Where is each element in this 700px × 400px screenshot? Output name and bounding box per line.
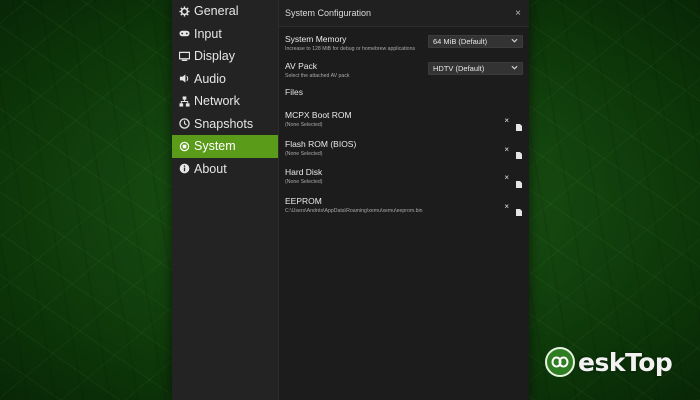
system-memory-setting: System Memory Increase to 128 MiB for de…	[285, 34, 523, 58]
file-row-mcpx: MCPX Boot ROM (None Selected) ×	[285, 110, 523, 139]
chevron-down-icon	[511, 65, 518, 72]
sidebar-item-about[interactable]: About	[172, 158, 278, 181]
sidebar-item-snapshots[interactable]: Snapshots	[172, 113, 278, 136]
select-value: HDTV (Default)	[433, 64, 485, 73]
gear-icon	[178, 5, 190, 17]
settings-window: General Input Display Audio Network Snap…	[172, 0, 529, 400]
sidebar-item-audio[interactable]: Audio	[172, 68, 278, 91]
file-path: C:\Users\Andrés\AppData\Roaming\xemu\xem…	[285, 207, 423, 214]
sidebar-item-input[interactable]: Input	[172, 23, 278, 46]
setting-label: System Memory	[285, 34, 347, 44]
chip-icon	[178, 140, 190, 152]
main-panel: System Configuration × System Memory Inc…	[279, 0, 529, 400]
clock-icon	[178, 118, 190, 130]
clear-icon[interactable]: ×	[504, 202, 509, 211]
file-label: EEPROM	[285, 195, 322, 206]
file-icon[interactable]	[516, 146, 522, 159]
system-memory-select[interactable]: 64 MiB (Default)	[428, 35, 523, 48]
file-path: (None Selected)	[285, 179, 323, 185]
sidebar-item-label: Display	[194, 49, 235, 64]
sidebar-item-display[interactable]: Display	[172, 45, 278, 68]
sidebar-item-label: System	[194, 139, 236, 154]
info-icon	[178, 163, 190, 175]
file-row-flash-rom: Flash ROM (BIOS) (None Selected) ×	[285, 139, 523, 168]
gamepad-icon	[178, 28, 190, 40]
sidebar-item-system[interactable]: System	[172, 135, 278, 158]
clear-icon[interactable]: ×	[504, 145, 509, 154]
sidebar: General Input Display Audio Network Snap…	[172, 0, 279, 400]
close-icon[interactable]: ×	[515, 8, 521, 19]
clear-icon[interactable]: ×	[504, 117, 509, 125]
sidebar-item-label: Input	[194, 26, 222, 41]
watermark-logo-icon	[545, 347, 575, 377]
sidebar-item-general[interactable]: General	[172, 0, 278, 23]
file-path: (None Selected)	[285, 122, 323, 128]
sidebar-item-label: Network	[194, 94, 240, 109]
av-pack-select[interactable]: HDTV (Default)	[428, 62, 523, 75]
panel-title: System Configuration	[285, 8, 372, 18]
file-icon[interactable]	[516, 175, 522, 188]
setting-description: Select the attached AV pack	[285, 73, 350, 79]
files-section-title: Files	[285, 87, 303, 97]
sidebar-item-label: About	[194, 161, 227, 176]
sidebar-item-label: General	[194, 4, 239, 19]
file-path: (None Selected)	[285, 150, 323, 157]
watermark-text: eskTop	[578, 347, 673, 377]
sidebar-item-network[interactable]: Network	[172, 90, 278, 113]
panel-content: System Memory Increase to 128 MiB for de…	[279, 27, 529, 224]
network-icon	[178, 95, 190, 107]
file-icon[interactable]	[516, 118, 522, 131]
setting-description: Increase to 128 MiB for debug or homebre…	[285, 46, 416, 52]
panel-titlebar: System Configuration ×	[279, 0, 529, 27]
select-value: 64 MiB (Default)	[433, 37, 488, 46]
file-label: Hard Disk	[285, 167, 323, 177]
desktop-watermark: eskTop	[545, 342, 695, 382]
file-label: MCPX Boot ROM	[285, 110, 352, 120]
av-pack-setting: AV Pack Select the attached AV pack HDTV…	[285, 61, 523, 85]
chevron-down-icon	[511, 38, 518, 45]
monitor-icon	[178, 50, 190, 62]
file-icon[interactable]	[516, 203, 522, 216]
clear-icon[interactable]: ×	[504, 174, 509, 182]
speaker-icon	[178, 73, 190, 85]
sidebar-item-label: Audio	[194, 71, 226, 86]
file-label: Flash ROM (BIOS)	[285, 138, 357, 149]
sidebar-item-label: Snapshots	[194, 116, 254, 131]
file-row-hard-disk: Hard Disk (None Selected) ×	[285, 167, 523, 196]
file-row-eeprom: EEPROM C:\Users\Andrés\AppData\Roaming\x…	[285, 196, 523, 225]
setting-label: AV Pack	[285, 61, 317, 71]
